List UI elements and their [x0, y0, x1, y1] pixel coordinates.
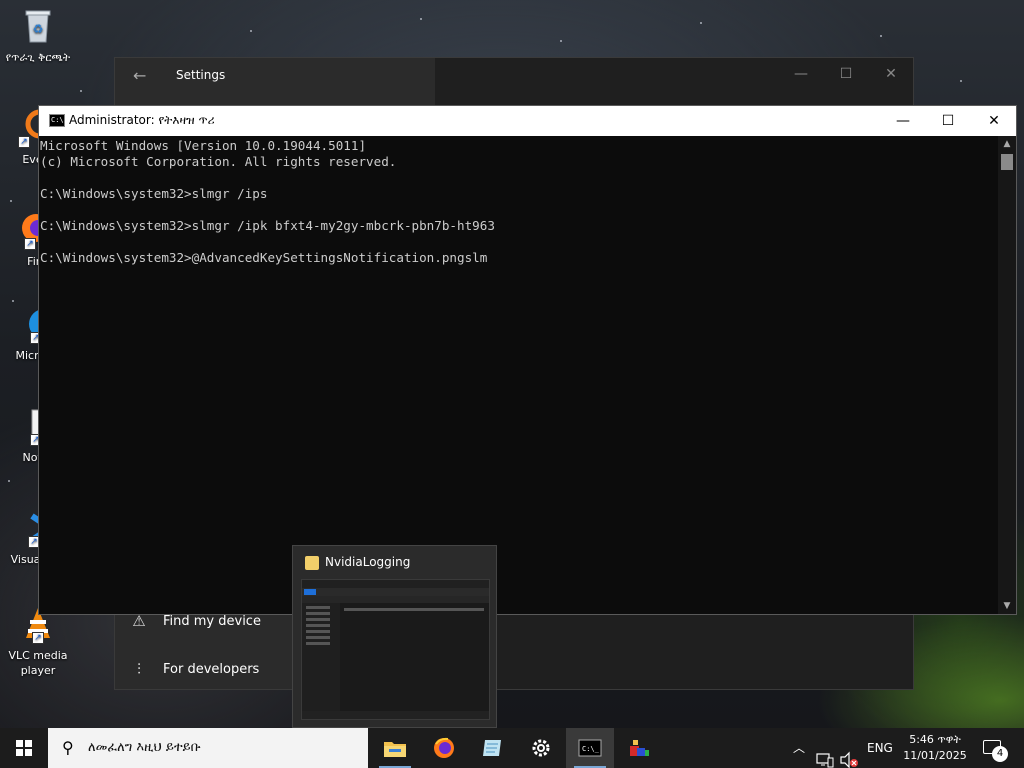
console-line: (c) Microsoft Corporation. All rights re…: [40, 154, 397, 169]
console-output[interactable]: Microsoft Windows [Version 10.0.19044.50…: [39, 136, 998, 614]
menu-item-label: For developers: [163, 661, 260, 677]
taskbar-app-bundle[interactable]: [615, 728, 663, 768]
preview-window-image[interactable]: [301, 579, 490, 720]
console-line: C:\Windows\system32>slmgr /ips: [40, 186, 268, 201]
cmd-window[interactable]: C:\ Administrator: የትእዛዝ ጥሪ — ☐ ✕ Micros…: [38, 105, 1017, 615]
cmd-icon: C:\: [49, 114, 65, 127]
recycle-bin-icon: ♻: [18, 6, 58, 46]
cmd-icon: C:\_: [578, 739, 602, 757]
volume-muted-icon[interactable]: [840, 740, 860, 768]
taskbar-app-file-explorer[interactable]: [371, 728, 419, 768]
folder-icon: [305, 556, 319, 570]
cmd-titlebar[interactable]: C:\ Administrator: የትእዛዝ ጥሪ — ☐ ✕: [39, 106, 1016, 136]
folder-icon: [384, 742, 406, 757]
svg-text:C:\_: C:\_: [582, 745, 600, 753]
scroll-down-icon[interactable]: ▼: [998, 598, 1016, 614]
clock-date: 11/01/2025: [903, 749, 967, 762]
taskbar-app-notepad[interactable]: [468, 728, 516, 768]
app-bundle-icon: [630, 740, 649, 756]
console-line: Microsoft Windows [Version 10.0.19044.50…: [40, 138, 367, 153]
menu-item-label: Find my device: [163, 613, 261, 629]
desktop-icon-recycle-bin[interactable]: ♻ የጥራጊ ቅርጫት: [2, 6, 74, 65]
minimize-button[interactable]: —: [880, 106, 926, 136]
minimize-icon[interactable]: —: [791, 66, 811, 82]
taskbar-clock[interactable]: 5:46 ጥዋት 11/01/2025: [900, 732, 970, 764]
search-icon: ⚲: [62, 738, 74, 757]
gear-icon: [532, 739, 550, 757]
notification-count-badge: 4: [992, 746, 1008, 762]
close-button[interactable]: ✕: [971, 106, 1017, 136]
desktop-icon-label: የጥራጊ ቅርጫት: [5, 51, 71, 64]
taskbar-app-settings[interactable]: [517, 728, 565, 768]
shortcut-arrow-icon: ↗: [32, 632, 44, 644]
maximize-icon[interactable]: ☐: [836, 66, 856, 82]
chevron-up-icon[interactable]: ︿: [793, 739, 805, 768]
close-icon[interactable]: ✕: [881, 66, 901, 82]
shortcut-arrow-icon: ↗: [24, 238, 36, 250]
start-button[interactable]: [0, 728, 48, 768]
settings-titlebar[interactable]: ← Settings — ☐ ✕: [115, 58, 913, 92]
console-line: C:\Windows\system32>slmgr /ipk bfxt4-my2…: [40, 218, 495, 233]
settings-item-for-developers[interactable]: ⫶ For developers: [129, 660, 259, 678]
language-indicator[interactable]: ENG: [867, 741, 893, 768]
vertical-scrollbar[interactable]: ▲ ▼: [998, 136, 1016, 614]
console-line: C:\Windows\system32>@AdvancedKeySettings…: [40, 250, 488, 265]
back-arrow-icon[interactable]: ←: [133, 66, 146, 85]
notepad-icon: [483, 740, 501, 756]
preview-title: NvidiaLogging: [325, 555, 411, 569]
windows-logo-icon: [16, 740, 32, 756]
developer-tools-icon: ⫶: [137, 660, 141, 678]
cmd-title: Administrator: የትእዛዝ ጥሪ: [69, 113, 215, 127]
clock-time: 5:46 ጥዋት: [909, 733, 961, 746]
scroll-up-icon[interactable]: ▲: [998, 136, 1016, 152]
desktop-icon-label: VLC media player: [8, 649, 68, 677]
network-icon[interactable]: [816, 740, 834, 768]
shortcut-arrow-icon: ↗: [18, 136, 30, 148]
desktop-icon-vlc[interactable]: ↗ VLC media player: [2, 604, 74, 678]
maximize-button[interactable]: ☐: [925, 106, 971, 136]
settings-title: Settings: [176, 68, 226, 82]
taskbar-search-box[interactable]: ⚲ ለመፈለግ እዚህ ይተይቡ: [48, 728, 368, 768]
taskbar-app-command-prompt[interactable]: C:\_: [566, 728, 614, 768]
scrollbar-thumb[interactable]: [1001, 154, 1013, 170]
taskbar-app-firefox[interactable]: [420, 728, 468, 768]
search-placeholder: ለመፈለግ እዚህ ይተይቡ: [88, 740, 201, 755]
svg-text:♻: ♻: [33, 22, 44, 36]
taskbar-thumbnail-preview[interactable]: NvidiaLogging: [292, 545, 497, 728]
firefox-icon: [434, 737, 454, 758]
action-center-button[interactable]: 4: [978, 728, 1024, 768]
taskbar: ⚲ ለመፈለግ እዚህ ይተይቡ C:\_ ︿ ENG 5:46 ጥዋት 11/…: [0, 728, 1024, 768]
